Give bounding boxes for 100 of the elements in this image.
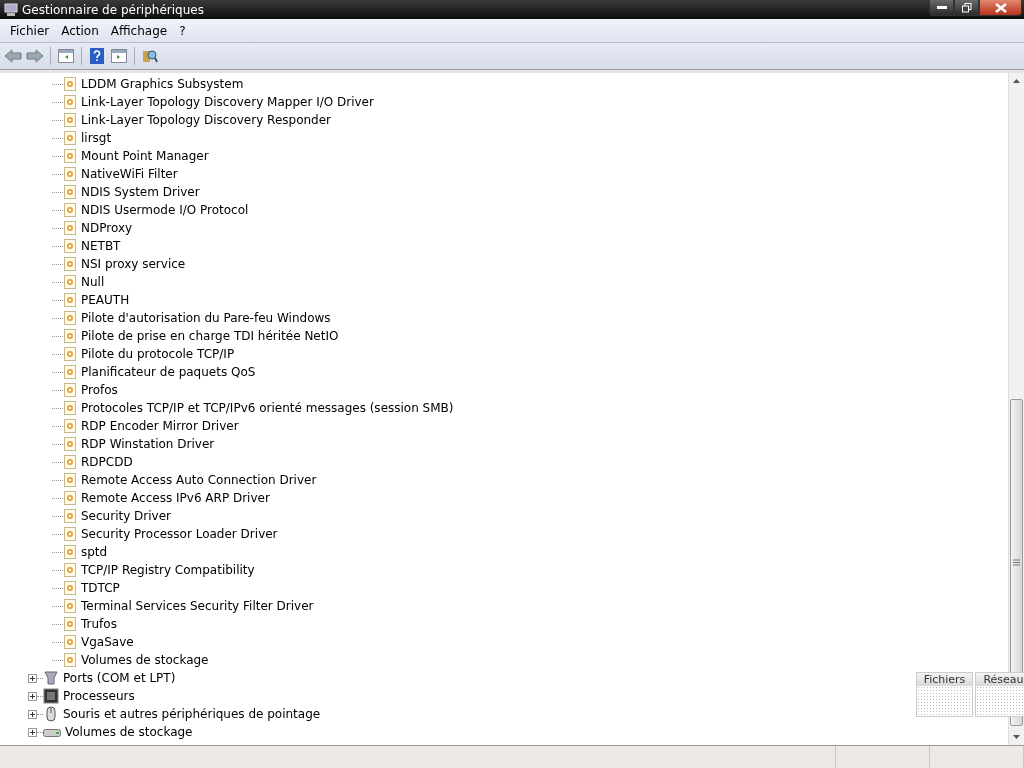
driver-icon — [63, 149, 77, 163]
tree-item[interactable]: NDProxy — [79, 221, 135, 235]
restore-button[interactable] — [954, 0, 979, 16]
tree-item[interactable]: Volumes de stockage — [79, 653, 211, 667]
forward-arrow-icon[interactable] — [26, 49, 44, 63]
driver-icon — [63, 455, 77, 469]
port-icon — [43, 670, 59, 686]
tree-item[interactable]: Profos — [79, 383, 120, 397]
help-icon[interactable] — [90, 48, 104, 64]
driver-icon — [63, 275, 77, 289]
tree-item[interactable]: VgaSave — [79, 635, 136, 649]
tree-item[interactable]: Trufos — [79, 617, 119, 631]
driver-icon — [63, 203, 77, 217]
tree-item[interactable]: Remote Access Auto Connection Driver — [79, 473, 319, 487]
tree-item[interactable]: Terminal Services Security Filter Driver — [79, 599, 316, 613]
driver-icon — [63, 113, 77, 127]
tree-item[interactable]: RDP Winstation Driver — [79, 437, 217, 451]
driver-icon — [63, 401, 77, 415]
gadget-title: Fichiers — [917, 673, 972, 686]
mouse-icon — [43, 706, 59, 722]
gadget-graph — [917, 686, 972, 716]
scroll-down-icon[interactable] — [1013, 735, 1020, 739]
tree-item[interactable]: Pilote de prise en charge TDI héritée NetIO — [79, 329, 341, 343]
expand-icon[interactable] — [28, 727, 37, 737]
restore-icon — [961, 2, 972, 13]
tree-item[interactable]: RDPCDD — [79, 455, 135, 469]
tree-item[interactable]: Pilote du protocole TCP/IP — [79, 347, 237, 361]
close-button[interactable] — [979, 0, 1022, 16]
minimize-icon — [936, 5, 947, 10]
driver-icon — [63, 599, 77, 613]
driver-icon — [63, 257, 77, 271]
minimize-button[interactable] — [929, 0, 954, 16]
driver-icon — [63, 347, 77, 361]
driver-icon — [63, 581, 77, 595]
scroll-up-icon[interactable] — [1013, 79, 1020, 83]
tree-item[interactable]: NDIS System Driver — [79, 185, 202, 199]
tree-item[interactable]: Link-Layer Topology Discovery Mapper I/O Driver — [79, 95, 376, 109]
driver-icon — [63, 545, 77, 559]
tree-item[interactable]: Souris et autres périphériques de pointage — [61, 707, 323, 721]
console-tree-icon[interactable] — [58, 49, 74, 63]
tree-item[interactable]: Security Processor Loader Driver — [79, 527, 280, 541]
expand-icon[interactable] — [28, 709, 37, 719]
driver-icon — [63, 329, 77, 343]
tree-item[interactable]: lirsgt — [79, 131, 114, 145]
tree-item[interactable]: PEAUTH — [79, 293, 132, 307]
driver-icon — [63, 473, 77, 487]
expand-icon[interactable] — [28, 691, 37, 701]
driver-icon — [63, 509, 77, 523]
tree-item[interactable]: NETBT — [79, 239, 123, 253]
close-icon — [994, 2, 1007, 13]
driver-icon — [63, 653, 77, 667]
driver-icon — [63, 617, 77, 631]
driver-icon — [63, 563, 77, 577]
drive-icon — [43, 726, 61, 738]
processor-icon — [43, 688, 59, 704]
action-pane-icon[interactable] — [111, 49, 127, 63]
menu-item[interactable]: Action — [55, 23, 105, 38]
driver-icon — [63, 419, 77, 433]
driver-icon — [63, 365, 77, 379]
tree-item[interactable]: Null — [79, 275, 107, 289]
expand-icon[interactable] — [28, 673, 37, 683]
driver-icon — [63, 437, 77, 451]
driver-icon — [63, 221, 77, 235]
tree-item[interactable]: Planificateur de paquets QoS — [79, 365, 258, 379]
back-arrow-icon[interactable] — [4, 49, 22, 63]
menu-item[interactable]: Affichage — [104, 23, 174, 38]
menu-item[interactable]: Fichier — [4, 23, 56, 38]
tree-item[interactable]: Volumes de stockage — [63, 725, 195, 739]
gadget-title: Réseau — [976, 673, 1024, 686]
driver-icon — [63, 239, 77, 253]
driver-icon — [63, 77, 77, 91]
tree-item[interactable]: RDP Encoder Mirror Driver — [79, 419, 241, 433]
tree-item[interactable]: NSI proxy service — [79, 257, 188, 271]
tree-item[interactable]: Processeurs — [61, 689, 137, 703]
tree-item[interactable]: Mount Point Manager — [79, 149, 211, 163]
driver-icon — [63, 293, 77, 307]
tree-item[interactable]: sptd — [79, 545, 110, 559]
tree-item[interactable]: Security Driver — [79, 509, 174, 523]
menu-item[interactable]: ? — [173, 23, 192, 38]
scan-hardware-icon[interactable] — [142, 48, 158, 64]
gadget-graph — [976, 686, 1024, 716]
tree-item[interactable]: Remote Access IPv6 ARP Driver — [79, 491, 272, 505]
tree-item[interactable]: LDDM Graphics Subsystem — [79, 77, 246, 91]
driver-icon — [63, 167, 77, 181]
driver-icon — [63, 527, 77, 541]
tree-item[interactable]: NativeWiFi Filter — [79, 167, 180, 181]
driver-icon — [63, 383, 77, 397]
window-title: Gestionnaire de périphériques — [22, 2, 205, 17]
driver-icon — [63, 311, 77, 325]
tree-item[interactable]: TDTCP — [79, 581, 122, 595]
driver-icon — [63, 491, 77, 505]
tree-item[interactable]: NDIS Usermode I/O Protocol — [79, 203, 251, 217]
tree-item[interactable]: Protocoles TCP/IP et TCP/IPv6 orienté messages (session SMB) — [79, 401, 456, 415]
grip-icon — [1013, 559, 1020, 566]
tree-item[interactable]: TCP/IP Registry Compatibility — [79, 563, 257, 577]
tree-item[interactable]: Link-Layer Topology Discovery Responder — [79, 113, 333, 127]
tree-item[interactable]: Ports (COM et LPT) — [61, 671, 178, 685]
computer-icon — [4, 2, 18, 17]
driver-icon — [63, 131, 77, 145]
tree-item[interactable]: Pilote d'autorisation du Pare-feu Windows — [79, 311, 333, 325]
